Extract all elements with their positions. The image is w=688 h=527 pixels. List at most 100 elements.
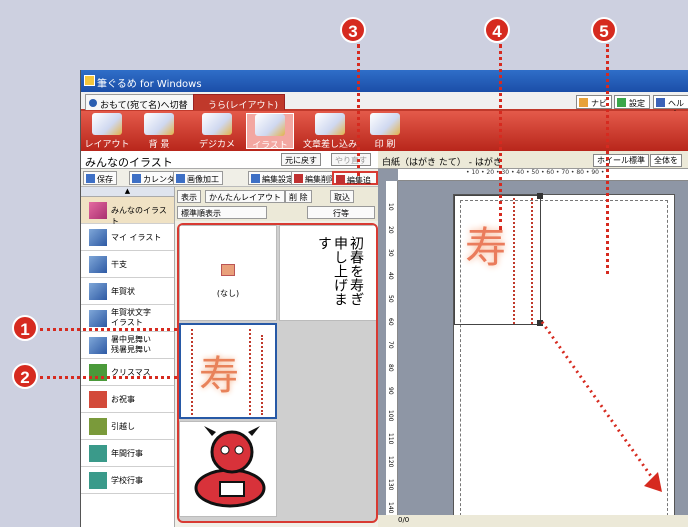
sort-select[interactable]: 標準順表示 <box>177 206 267 219</box>
panel-header: みんなのイラスト 元に戻す やり直す <box>81 151 378 169</box>
calendar-icon <box>132 174 141 183</box>
ruler-tick-label: 100 <box>387 410 394 422</box>
tab-bar: おもて(宛て名)へ切替 うら(レイアウト) ナビ 設定 ヘルプ <box>81 92 688 119</box>
settings-button[interactable]: 設定 <box>614 95 650 109</box>
callout-4: 4 <box>484 17 510 43</box>
app-title: 筆ぐるめ for Windows <box>97 79 202 90</box>
view-select[interactable]: 全体を <box>650 154 682 167</box>
ruler-tick-label: 130 <box>387 479 394 491</box>
resize-handle[interactable] <box>537 193 543 199</box>
rows-select[interactable]: 行等 <box>307 206 375 219</box>
ribbon: レイアウト 背 景 デジカメ イラスト 文章差し込み 印 刷 <box>81 111 688 151</box>
category-icon <box>89 418 107 435</box>
category-item[interactable]: 年賀状 <box>81 278 174 305</box>
category-item[interactable]: 引越し <box>81 413 174 440</box>
ruler-tick-label: 110 <box>387 433 394 445</box>
ribbon-line <box>261 335 263 415</box>
status-bar: 0/0 <box>378 515 688 527</box>
ribbon-line <box>513 198 515 324</box>
callout-leader <box>40 376 177 379</box>
category-icon <box>89 310 107 327</box>
ribbon-line <box>191 329 193 415</box>
category-item[interactable]: お祝事 <box>81 386 174 413</box>
text-insert-icon <box>315 113 345 135</box>
none-icon <box>221 264 235 276</box>
illust-icon <box>255 114 285 136</box>
category-item[interactable]: マイ イラスト <box>81 224 174 251</box>
category-icon <box>89 229 107 246</box>
help-button[interactable]: ヘルプ <box>653 95 688 119</box>
gallery-item-dog[interactable] <box>179 421 277 517</box>
callout-leader <box>357 44 360 176</box>
callout-leader <box>606 44 609 274</box>
edit-delete-icon <box>294 174 303 183</box>
gallery-item-calligraphy[interactable]: 初春を寿ぎ申し上げます <box>279 225 376 321</box>
undo-button[interactable]: 元に戻す <box>281 153 321 166</box>
help-icon <box>656 98 665 107</box>
ruler-tick-label: 60 <box>387 318 394 326</box>
category-item[interactable]: 年間行事 <box>81 440 174 467</box>
camera-icon <box>202 113 232 135</box>
category-item[interactable]: クリスマス <box>81 359 174 386</box>
zoom-select[interactable]: ホイール標準 <box>593 154 649 167</box>
ribbon-line <box>531 198 533 324</box>
ruler-tick-label: 80 <box>387 364 394 372</box>
ruler-tick-label: 10 <box>387 203 394 211</box>
tab-address-side[interactable]: おもて(宛て名)へ切替 <box>85 94 195 111</box>
import-button[interactable]: 取込 <box>330 190 354 203</box>
delete-button[interactable]: 削 除 <box>285 190 312 203</box>
ruler-tick-label: 70 <box>387 341 394 349</box>
show-button[interactable]: 表示 <box>177 190 201 203</box>
title-bar: 筆ぐるめ for Windows <box>81 70 688 92</box>
category-icon <box>89 202 107 219</box>
category-icon <box>89 445 107 462</box>
callout-2: 2 <box>12 363 38 389</box>
ruler-tick-label: 20 <box>387 226 394 234</box>
ruler-tick-label: 120 <box>387 456 394 468</box>
image-edit-icon <box>176 174 185 183</box>
image-edit-button[interactable]: 画像加工 <box>173 171 223 185</box>
ribbon-line <box>249 329 251 415</box>
gallery-item-kotobuki[interactable]: 寿 <box>179 323 277 419</box>
gallery-item-none[interactable]: (なし) <box>179 225 277 321</box>
edit-add-icon <box>336 175 345 184</box>
document-header: 白紙（はがき たて） - はがき ホイール標準 全体を <box>378 151 688 169</box>
ruler-tick-label: 90 <box>387 387 394 395</box>
edit-add-button[interactable]: 編集追加 <box>332 171 378 196</box>
edit-settings-icon <box>251 174 260 183</box>
callout-5: 5 <box>591 17 617 43</box>
layout-icon <box>92 113 122 135</box>
gallery-empty <box>279 323 376 419</box>
ribbon-layout-button[interactable]: レイアウト <box>83 113 131 150</box>
navi-icon <box>579 98 588 107</box>
ribbon-background-button[interactable]: 背 景 <box>135 113 183 150</box>
category-item[interactable]: 学校行事 <box>81 467 174 494</box>
illust-panel: みんなのイラスト 元に戻す やり直す 保存 カレンダー 画像加工 編集設定 編集… <box>81 151 378 527</box>
ribbon-text-insert-button[interactable]: 文章差し込み <box>302 113 358 150</box>
ribbon-print-button[interactable]: 印 刷 <box>361 113 409 150</box>
panel-title: みんなのイラスト <box>85 156 173 169</box>
category-list: ▲ みんなのイラスト マイ イラスト 干支 年賀状 年賀状文字 イラスト 暑中見… <box>81 187 175 527</box>
ruler-tick-label: 40 <box>387 272 394 280</box>
category-item[interactable]: 干支 <box>81 251 174 278</box>
category-item[interactable]: みんなのイラスト <box>81 197 174 226</box>
save-button[interactable]: 保存 <box>83 171 117 185</box>
easy-layout-button[interactable]: かんたんレイアウト <box>205 190 285 203</box>
category-item[interactable]: 暑中見舞い 残暑見舞い <box>81 332 174 359</box>
ribbon-illust-button[interactable]: イラスト <box>246 113 294 151</box>
redo-button[interactable]: やり直す <box>331 153 371 166</box>
panel-toolbar: 保存 カレンダー 画像加工 編集設定 編集削除 編集追加 <box>81 169 378 196</box>
document-title: 白紙（はがき たて） - はがき <box>382 158 502 168</box>
ribbon-camera-button[interactable]: デジカメ <box>193 113 241 150</box>
tab-layout-side[interactable]: うら(レイアウト) <box>193 94 286 111</box>
ruler-tick-label: 50 <box>387 295 394 303</box>
illust-gallery: (なし) 初春を寿ぎ申し上げます 寿 <box>177 223 378 523</box>
category-icon <box>89 256 107 273</box>
scroll-up-icon[interactable]: ▲ <box>81 187 174 197</box>
callout-1: 1 <box>12 315 38 341</box>
callout-3: 3 <box>340 17 366 43</box>
selected-illust[interactable]: 寿 <box>454 193 543 326</box>
settings-icon <box>617 98 626 107</box>
gallery-toolbar: 表示 かんたんレイアウト 削 除 取込 標準順表示 行等 <box>175 187 378 221</box>
ruler-tick-label: 140 <box>387 502 394 514</box>
